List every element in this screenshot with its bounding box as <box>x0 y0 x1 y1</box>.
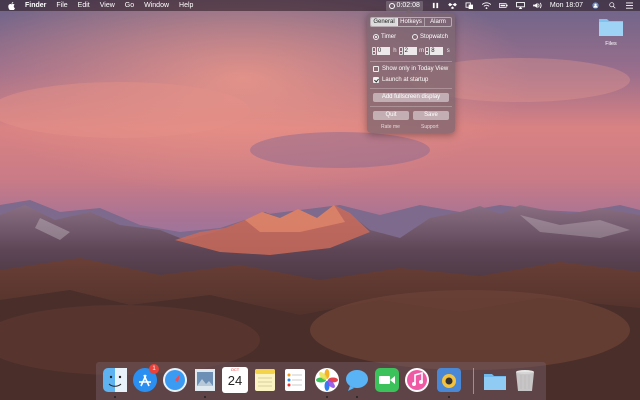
running-indicator <box>356 396 358 398</box>
radio-dot <box>412 34 418 40</box>
launch-startup-label: Launch at startup <box>382 77 429 83</box>
support-link[interactable]: Support <box>421 124 439 130</box>
hours-field[interactable]: 0 <box>376 47 391 55</box>
list-icon[interactable] <box>625 2 634 9</box>
running-indicator <box>204 396 206 398</box>
calendar-icon[interactable]: OCT 24 <box>222 367 248 393</box>
safari-icon[interactable] <box>162 367 188 393</box>
seconds-field[interactable]: 8 <box>430 47 444 55</box>
tab-hotkeys[interactable]: Hotkeys <box>398 18 425 26</box>
running-indicator <box>326 396 328 398</box>
popover-tabs: General Hotkeys Alarm <box>370 17 452 27</box>
folder-icon <box>599 19 623 36</box>
app-store-badge: 1 <box>149 364 159 374</box>
divider <box>370 61 452 62</box>
desktop-wallpaper <box>0 0 640 400</box>
timer-radio[interactable]: Timer <box>373 34 396 40</box>
radio-dot-selected <box>373 34 379 40</box>
airplay-icon[interactable] <box>516 2 525 9</box>
menu-file[interactable]: File <box>56 2 67 9</box>
stopwatch-radio-label: Stopwatch <box>420 34 449 40</box>
running-indicator <box>448 396 450 398</box>
save-button[interactable]: Save <box>413 111 449 120</box>
timer-status-value: 0:02:08 <box>396 2 420 9</box>
menu-help[interactable]: Help <box>179 2 193 9</box>
timer-radio-label: Timer <box>381 34 397 40</box>
show-today-view-checkbox[interactable]: Show only in Today View <box>373 65 453 73</box>
rate-me-link[interactable]: Rate me <box>381 124 400 130</box>
itunes-icon[interactable] <box>404 367 430 393</box>
trash-icon[interactable] <box>512 367 538 393</box>
add-fullscreen-display-button[interactable]: Add fullscreen display <box>373 93 449 102</box>
wifi-icon[interactable] <box>481 2 491 9</box>
dropbox-icon[interactable] <box>448 2 457 9</box>
calendar-day: 24 <box>227 373 243 388</box>
timer-popover: General Hotkeys Alarm Timer Stopwatch 0 … <box>367 9 455 133</box>
time-inputs: 0 h 2 m 8 s <box>372 46 452 56</box>
stopwatch-radio[interactable]: Stopwatch <box>412 34 448 40</box>
menu-window[interactable]: Window <box>144 2 169 9</box>
menu-view[interactable]: View <box>100 2 115 9</box>
checkbox-box-checked <box>373 77 379 83</box>
menu-app-name[interactable]: Finder <box>25 2 46 9</box>
desktop-folder-label: Files <box>605 41 617 47</box>
minutes-stepper[interactable] <box>398 47 403 55</box>
menu-edit[interactable]: Edit <box>78 2 90 9</box>
hours-stepper[interactable] <box>372 47 376 55</box>
seconds-unit: s <box>446 48 450 54</box>
volume-icon[interactable] <box>533 2 542 9</box>
photos-icon[interactable] <box>314 367 340 393</box>
menu-bar: Finder File Edit View Go Window Help 0:0… <box>0 0 640 11</box>
mode-selector: Timer Stopwatch <box>373 33 451 42</box>
copy-icon[interactable] <box>465 2 474 9</box>
screenshot-app-icon[interactable] <box>436 367 462 393</box>
tab-general[interactable]: General <box>371 18 398 26</box>
divider <box>370 88 452 89</box>
user-avatar-icon[interactable] <box>591 2 600 9</box>
popover-caret <box>405 9 413 13</box>
notes-icon[interactable] <box>252 367 278 393</box>
running-indicator <box>114 396 116 398</box>
battery-icon[interactable] <box>498 2 508 9</box>
checkbox-box <box>373 66 379 72</box>
messages-icon[interactable] <box>344 367 370 393</box>
launch-startup-checkbox[interactable]: Launch at startup <box>373 76 453 84</box>
hours-unit: h <box>393 48 397 54</box>
facetime-icon[interactable] <box>374 367 400 393</box>
menu-clock[interactable]: Mon 18:07 <box>550 2 583 9</box>
quit-button[interactable]: Quit <box>373 111 409 120</box>
search-icon[interactable] <box>608 2 617 9</box>
preview-icon[interactable] <box>192 367 218 393</box>
show-today-view-label: Show only in Today View <box>382 66 449 72</box>
dock: 1 OCT 24 <box>96 362 546 400</box>
downloads-folder-icon[interactable] <box>482 367 508 393</box>
desktop-folder-files[interactable]: Files <box>592 15 630 47</box>
finder-icon[interactable] <box>102 367 128 393</box>
tab-alarm[interactable]: Alarm <box>425 18 451 26</box>
apple-menu-icon[interactable] <box>8 1 15 10</box>
timer-icon <box>388 2 395 9</box>
pause-icon[interactable] <box>431 2 440 9</box>
menu-go[interactable]: Go <box>125 2 134 9</box>
dock-separator <box>473 368 474 394</box>
reminders-icon[interactable] <box>282 367 308 393</box>
divider <box>370 106 452 107</box>
minutes-unit: m <box>419 48 425 54</box>
seconds-stepper[interactable] <box>425 47 430 55</box>
minutes-field[interactable]: 2 <box>403 47 417 55</box>
